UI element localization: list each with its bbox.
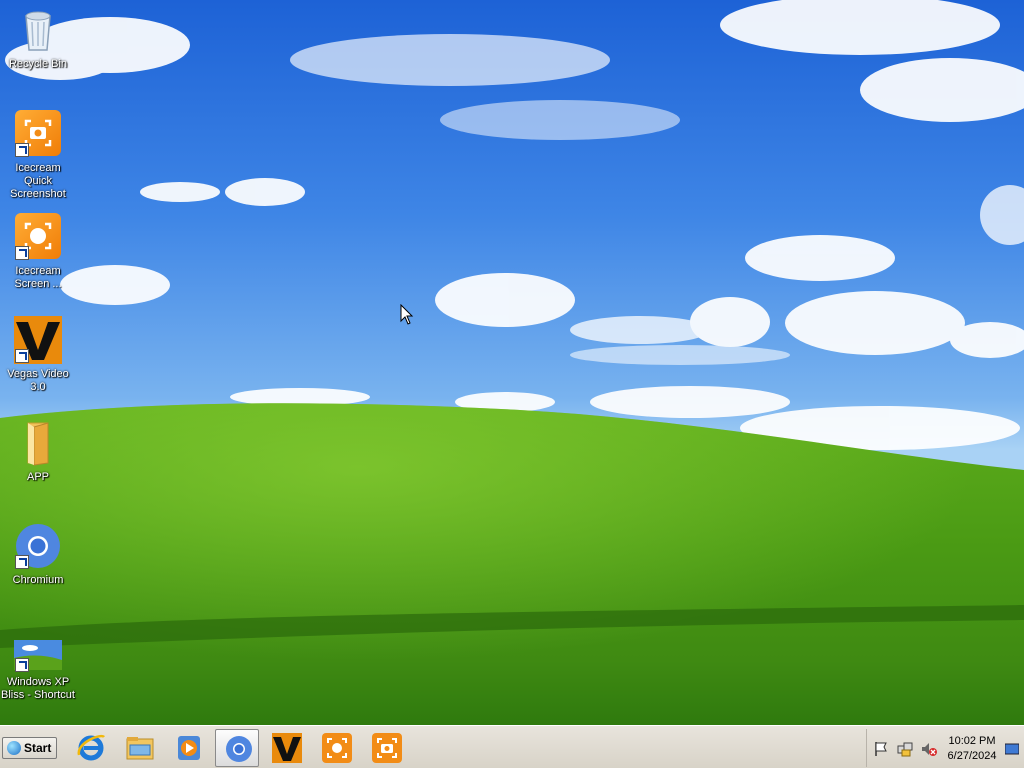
- clock-date: 6/27/2024: [947, 750, 997, 762]
- desktop-icon-icecream-quick-screenshot[interactable]: Icecream Quick Screenshot: [0, 110, 76, 201]
- action-center-flag-icon[interactable]: [873, 741, 889, 757]
- desktop-icon-vegas-video[interactable]: Vegas Video 3.0: [0, 316, 76, 394]
- show-desktop-icon[interactable]: [1005, 741, 1019, 757]
- start-label: Start: [24, 741, 52, 755]
- clock[interactable]: 10:02 PM 6/27/2024: [941, 734, 1003, 764]
- taskbar: Start 10:02 PM 6/27/2024: [0, 725, 1024, 768]
- icecream-screen-recorder-icon: [322, 733, 352, 763]
- icecream-screenshot-icon: [372, 733, 402, 763]
- desktop-icon-label: Recycle Bin: [8, 58, 68, 70]
- desktop-icon-app-folder[interactable]: APP: [0, 419, 76, 484]
- desktop-icon-chromium[interactable]: Chromium: [0, 522, 76, 587]
- file-explorer-icon: [126, 737, 154, 760]
- desktop-icon-label: Icecream Quick Screenshot: [10, 162, 66, 200]
- taskbar-internet-explorer[interactable]: [68, 729, 112, 767]
- desktop-icon-label: Vegas Video 3.0: [7, 368, 69, 393]
- taskbar-vegas[interactable]: [264, 729, 308, 767]
- icecream-screenshot-icon: [14, 110, 62, 158]
- image-thumbnail-icon: [14, 636, 62, 672]
- desktop-icon-label: Windows XP Bliss - Shortcut: [1, 676, 75, 701]
- desktop-icon-label: APP: [26, 471, 49, 483]
- taskbar-file-explorer[interactable]: [117, 729, 161, 767]
- taskbar-media-player[interactable]: [166, 729, 210, 767]
- system-tray: 10:02 PM 6/27/2024: [866, 729, 1024, 767]
- taskbar-icecream-screenshot[interactable]: [364, 729, 408, 767]
- desktop-wallpaper: [0, 0, 1024, 725]
- vegas-icon: [272, 733, 302, 763]
- desktop-icon-recycle-bin[interactable]: Recycle Bin: [0, 6, 76, 71]
- recycle-bin-icon: [14, 6, 62, 54]
- windows-orb-icon: [7, 741, 21, 755]
- vegas-icon: [14, 316, 62, 364]
- desktop-icon-windows-xp-bliss-shortcut[interactable]: Windows XP Bliss - Shortcut: [0, 636, 76, 702]
- clock-time: 10:02 PM: [948, 735, 996, 747]
- media-player-icon: [178, 736, 200, 760]
- network-icon[interactable]: [897, 741, 913, 757]
- chromium-icon: [226, 736, 252, 762]
- volume-muted-icon[interactable]: [921, 741, 937, 757]
- desktop-icon-label: Icecream Screen ...: [14, 265, 62, 290]
- taskbar-icecream-screen-recorder[interactable]: [314, 729, 358, 767]
- folder-icon: [14, 419, 62, 467]
- taskbar-chromium[interactable]: [215, 729, 259, 767]
- mouse-cursor-icon: [400, 304, 414, 325]
- icecream-screen-recorder-icon: [14, 213, 62, 261]
- internet-explorer-icon: [77, 734, 105, 761]
- desktop-icon-label: Chromium: [12, 574, 64, 586]
- desktop-icon-icecream-screen-recorder[interactable]: Icecream Screen ...: [0, 213, 76, 291]
- start-button[interactable]: Start: [2, 737, 57, 759]
- chromium-icon: [14, 522, 62, 570]
